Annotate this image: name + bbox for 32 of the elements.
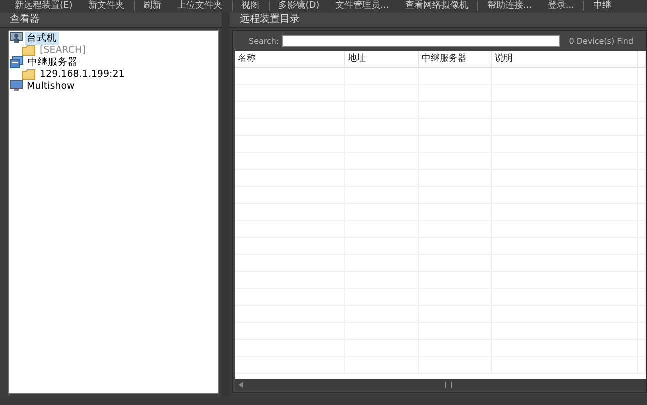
folder-icon bbox=[22, 68, 36, 80]
scroll-left-icon[interactable] bbox=[239, 382, 243, 388]
tree-item[interactable]: 台式机 bbox=[25, 32, 59, 44]
tree-item[interactable]: 中继服务器 bbox=[26, 56, 80, 68]
toolbar-button[interactable]: 刷新 bbox=[136, 0, 169, 12]
column-header[interactable]: 中继服务器 bbox=[419, 51, 492, 67]
column-header[interactable]: 名称 bbox=[235, 51, 345, 67]
user-monitor-icon bbox=[10, 32, 23, 44]
horizontal-scrollbar[interactable] bbox=[235, 379, 646, 391]
toolbar-button[interactable]: 登录... bbox=[540, 0, 582, 12]
monitor-icon bbox=[10, 80, 23, 92]
toolbar-button[interactable]: 查看网络摄像机 bbox=[398, 0, 476, 12]
toolbar-button[interactable]: 多影镜(D) bbox=[272, 0, 327, 12]
panel-title: 查看器 bbox=[0, 13, 222, 28]
toolbar-button[interactable]: 上位文件夹 bbox=[170, 0, 230, 12]
toolbar-button[interactable]: 中继 bbox=[586, 0, 618, 12]
device-count: 0 Device(s) Find bbox=[569, 36, 634, 46]
folder-icon bbox=[22, 44, 36, 56]
toolbar-button[interactable]: 新远程装置(E) bbox=[8, 0, 80, 12]
search-label: Search: bbox=[249, 36, 280, 46]
tree-item[interactable]: Multishow bbox=[25, 80, 77, 92]
toolbar-button[interactable]: 视图 bbox=[234, 0, 267, 12]
tree-item[interactable]: 129.168.1.199:21 bbox=[38, 68, 127, 80]
toolbar-button[interactable]: 帮助连接... bbox=[480, 0, 539, 12]
column-header[interactable]: 地址 bbox=[345, 51, 419, 67]
splitter-handle[interactable] bbox=[222, 12, 230, 397]
toolbar-button[interactable]: 文件管理员... bbox=[328, 0, 396, 12]
panel-title: 远程装置目录 bbox=[230, 13, 647, 28]
scroll-thumb[interactable] bbox=[445, 382, 452, 388]
column-header[interactable]: 说明 bbox=[492, 51, 638, 67]
toolbar-button[interactable]: 新文件夹 bbox=[82, 0, 132, 12]
search-field[interactable] bbox=[282, 35, 560, 47]
